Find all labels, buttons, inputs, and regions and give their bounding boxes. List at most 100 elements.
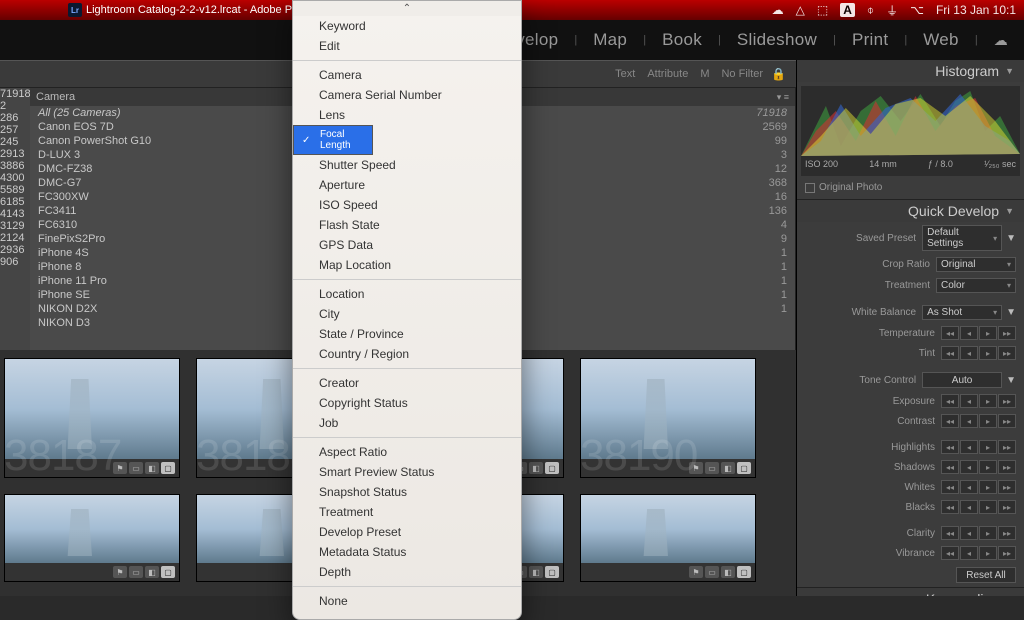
- menu-item[interactable]: ISO Speed: [293, 195, 521, 215]
- white-balance-select[interactable]: As Shot▾: [922, 305, 1002, 320]
- thumbnail[interactable]: ⚑▭◧▢: [580, 494, 756, 582]
- chevron-down-icon[interactable]: ▼: [1006, 375, 1016, 386]
- module-print[interactable]: Print: [852, 30, 888, 50]
- module-slideshow[interactable]: Slideshow: [737, 30, 817, 50]
- metadata-field-menu[interactable]: ⌃ KeywordEditCameraCamera Serial NumberL…: [292, 0, 522, 620]
- badge-icon[interactable]: ⚑: [689, 566, 703, 578]
- menu-item[interactable]: Metadata Status: [293, 542, 521, 562]
- badge-icon[interactable]: ▢: [161, 462, 175, 474]
- panel-title-quickdev[interactable]: Quick Develop: [908, 203, 999, 219]
- chevron-down-icon[interactable]: ▼: [1005, 206, 1014, 216]
- badge-icon[interactable]: ◧: [721, 462, 735, 474]
- temperature-stepper[interactable]: ◂◂◂▸▸▸: [941, 326, 1016, 340]
- menu-item[interactable]: Aperture: [293, 175, 521, 195]
- menu-item[interactable]: Job: [293, 413, 521, 433]
- control-center-icon[interactable]: ⌥: [910, 3, 924, 17]
- highlights-stepper[interactable]: ◂◂◂▸▸▸: [941, 440, 1016, 454]
- lightroom-app-icon: Lr: [68, 3, 82, 17]
- treatment-select[interactable]: Color▾: [936, 278, 1016, 293]
- chevron-down-icon[interactable]: ▼: [1006, 307, 1016, 318]
- thumbnail[interactable]: ⚑▭◧▢: [4, 494, 180, 582]
- tray-icon[interactable]: ⬚: [817, 3, 828, 17]
- tray-icon[interactable]: A: [840, 3, 855, 17]
- menu-item[interactable]: Smart Preview Status: [293, 462, 521, 482]
- right-panel: Histogram▼ ISO 200 14 mm ƒ / 8.0 ¹⁄₂₅₀ s…: [796, 60, 1024, 596]
- module-map[interactable]: Map: [593, 30, 627, 50]
- menu-item[interactable]: Flash State: [293, 215, 521, 235]
- badge-icon[interactable]: ▭: [705, 462, 719, 474]
- clock[interactable]: Fri 13 Jan 10:1: [936, 3, 1016, 17]
- original-photo-label: Original Photo: [819, 182, 882, 193]
- chevron-down-icon[interactable]: ▼: [1006, 233, 1016, 244]
- tint-stepper[interactable]: ◂◂◂▸▸▸: [941, 346, 1016, 360]
- tray-icon[interactable]: ☁: [772, 3, 784, 17]
- menu-item[interactable]: Aspect Ratio: [293, 442, 521, 462]
- menu-item[interactable]: Keyword: [293, 16, 521, 36]
- badge-icon[interactable]: ◧: [721, 566, 735, 578]
- filter-tab-metadata[interactable]: M: [700, 68, 709, 80]
- badge-icon[interactable]: ▭: [129, 566, 143, 578]
- filter-preset[interactable]: No Filter: [721, 68, 763, 80]
- menu-item[interactable]: Edit: [293, 36, 521, 56]
- clarity-stepper[interactable]: ◂◂◂▸▸▸: [941, 526, 1016, 540]
- badge-icon[interactable]: ▭: [129, 462, 143, 474]
- badge-icon[interactable]: ▢: [545, 462, 559, 474]
- menu-item[interactable]: Location: [293, 284, 521, 304]
- shadows-stepper[interactable]: ◂◂◂▸▸▸: [941, 460, 1016, 474]
- menu-item[interactable]: Treatment: [293, 502, 521, 522]
- menu-item[interactable]: Lens: [293, 105, 521, 125]
- chevron-down-icon[interactable]: ▼: [1005, 66, 1014, 76]
- saved-preset-select[interactable]: Default Settings▾: [922, 225, 1002, 251]
- row-index: 2124: [0, 232, 30, 244]
- badge-icon[interactable]: ▢: [737, 566, 751, 578]
- menu-item[interactable]: Map Location: [293, 255, 521, 275]
- badge-icon[interactable]: ◧: [529, 462, 543, 474]
- crop-ratio-select[interactable]: Original▾: [936, 257, 1016, 272]
- badge-icon[interactable]: ▢: [161, 566, 175, 578]
- badge-icon[interactable]: ◧: [529, 566, 543, 578]
- badge-icon[interactable]: ▢: [737, 462, 751, 474]
- column-menu-icon[interactable]: ▾ ≡: [777, 92, 789, 103]
- wifi-icon[interactable]: ⏚: [886, 2, 898, 19]
- panel-title-keywording[interactable]: Keywording: [926, 591, 999, 596]
- tone-label: Highlights: [805, 442, 941, 453]
- tray-icon[interactable]: △: [796, 3, 805, 17]
- menu-item[interactable]: Creator: [293, 373, 521, 393]
- menu-item[interactable]: Copyright Status: [293, 393, 521, 413]
- module-cloud-icon[interactable]: ☁: [994, 32, 1008, 49]
- exposure-stepper[interactable]: ◂◂◂▸▸▸: [941, 394, 1016, 408]
- scroll-up-icon[interactable]: ⌃: [293, 1, 521, 16]
- menu-item[interactable]: Depth: [293, 562, 521, 582]
- badge-icon[interactable]: ◧: [145, 566, 159, 578]
- badge-icon[interactable]: ▢: [545, 566, 559, 578]
- panel-title-histogram[interactable]: Histogram: [935, 63, 999, 79]
- menu-item[interactable]: Camera: [293, 65, 521, 85]
- badge-icon[interactable]: ▭: [705, 566, 719, 578]
- whites-stepper[interactable]: ◂◂◂▸▸▸: [941, 480, 1016, 494]
- menu-item[interactable]: State / Province: [293, 324, 521, 344]
- checkbox-icon[interactable]: [805, 183, 815, 193]
- menu-item[interactable]: Camera Serial Number: [293, 85, 521, 105]
- reset-all-button[interactable]: Reset All: [956, 567, 1016, 583]
- menu-item[interactable]: None: [293, 591, 521, 611]
- contrast-stepper[interactable]: ◂◂◂▸▸▸: [941, 414, 1016, 428]
- menu-item[interactable]: Focal Length: [293, 125, 373, 155]
- filter-tab-text[interactable]: Text: [615, 68, 635, 80]
- menu-item[interactable]: City: [293, 304, 521, 324]
- menu-item[interactable]: Develop Preset: [293, 522, 521, 542]
- menu-item[interactable]: Country / Region: [293, 344, 521, 364]
- badge-icon[interactable]: ⚑: [113, 566, 127, 578]
- blacks-stepper[interactable]: ◂◂◂▸▸▸: [941, 500, 1016, 514]
- filter-tab-attribute[interactable]: Attribute: [647, 68, 688, 80]
- auto-tone-button[interactable]: Auto: [922, 372, 1002, 388]
- tint-label: Tint: [805, 348, 941, 359]
- menu-item[interactable]: Shutter Speed: [293, 155, 521, 175]
- vibrance-stepper[interactable]: ◂◂◂▸▸▸: [941, 546, 1016, 560]
- badge-icon[interactable]: ◧: [145, 462, 159, 474]
- menu-item[interactable]: Snapshot Status: [293, 482, 521, 502]
- module-web[interactable]: Web: [923, 30, 959, 50]
- bluetooth-icon[interactable]: ⌽: [867, 3, 874, 18]
- filter-lock-icon[interactable]: 🔒: [771, 67, 786, 81]
- module-book[interactable]: Book: [662, 30, 702, 50]
- menu-item[interactable]: GPS Data: [293, 235, 521, 255]
